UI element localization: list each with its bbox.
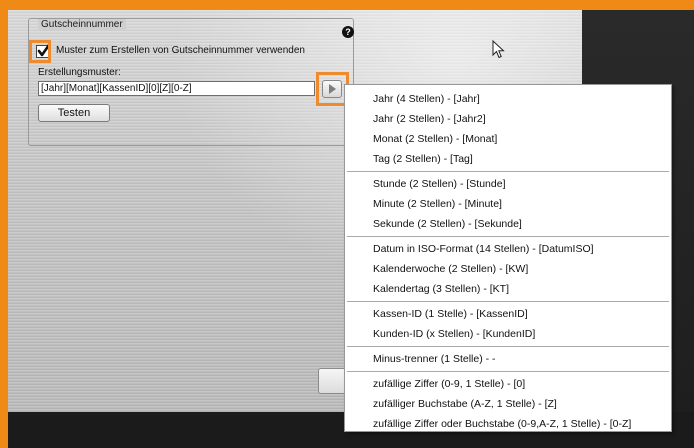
menu-separator	[347, 171, 669, 172]
pattern-input[interactable]: [Jahr][Monat][KassenID][0][Z][0-Z]	[38, 81, 315, 96]
menu-item-sekunde[interactable]: Sekunde (2 Stellen) - [Sekunde]	[345, 214, 671, 234]
group-title: Gutscheinnummer	[38, 19, 126, 30]
menu-separator	[347, 371, 669, 372]
menu-item-jahr[interactable]: Jahr (4 Stellen) - [Jahr]	[345, 89, 671, 109]
menu-item-kundenid[interactable]: Kunden-ID (x Stellen) - [KundenID]	[345, 324, 671, 344]
menu-item-minute[interactable]: Minute (2 Stellen) - [Minute]	[345, 194, 671, 214]
menu-item-monat[interactable]: Monat (2 Stellen) - [Monat]	[345, 129, 671, 149]
menu-item-tag[interactable]: Tag (2 Stellen) - [Tag]	[345, 149, 671, 169]
menu-separator	[347, 236, 669, 237]
menu-item-buchstabe[interactable]: zufälliger Buchstabe (A-Z, 1 Stelle) - […	[345, 394, 671, 414]
menu-separator	[347, 346, 669, 347]
menu-item-minus[interactable]: Minus-trenner (1 Stelle) - -	[345, 349, 671, 369]
menu-item-kt[interactable]: Kalendertag (3 Stellen) - [KT]	[345, 279, 671, 299]
menu-item-kw[interactable]: Kalenderwoche (2 Stellen) - [KW]	[345, 259, 671, 279]
menu-item-jahr2[interactable]: Jahr (2 Stellen) - [Jahr2]	[345, 109, 671, 129]
menu-separator	[347, 301, 669, 302]
mouse-cursor-icon	[492, 40, 505, 59]
menu-item-datumiso[interactable]: Datum in ISO-Format (14 Stellen) - [Datu…	[345, 239, 671, 259]
menu-item-ziffer[interactable]: zufällige Ziffer (0-9, 1 Stelle) - [0]	[345, 374, 671, 394]
pattern-label: Erstellungsmuster:	[38, 67, 121, 78]
checkbox-highlight	[29, 40, 51, 63]
placeholder-menu: Jahr (4 Stellen) - [Jahr] Jahr (2 Stelle…	[344, 84, 672, 432]
menu-item-ziffer-oder-buchstabe[interactable]: zufällige Ziffer oder Buchstabe (0-9,A-Z…	[345, 414, 671, 434]
test-button[interactable]: Testen	[38, 104, 110, 122]
menu-item-kassenid[interactable]: Kassen-ID (1 Stelle) - [KassenID]	[345, 304, 671, 324]
menu-item-stunde[interactable]: Stunde (2 Stellen) - [Stunde]	[345, 174, 671, 194]
use-pattern-label: Muster zum Erstellen von Gutscheinnummer…	[56, 45, 305, 56]
help-icon[interactable]: ?	[342, 26, 354, 38]
